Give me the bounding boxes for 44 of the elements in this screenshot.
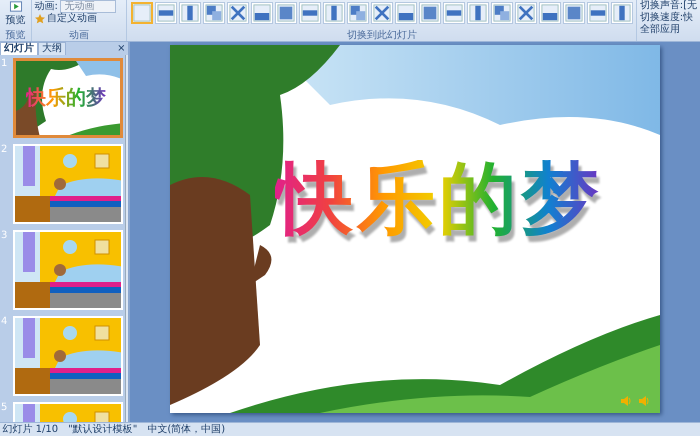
transition-option[interactable]: [418, 2, 441, 24]
status-text: "默认设计模板": [68, 423, 138, 436]
slide-number: 1: [1, 58, 8, 71]
animation-label: 动画:: [34, 0, 58, 12]
close-button[interactable]: ×: [117, 43, 126, 55]
transition-option[interactable]: [610, 2, 633, 24]
transition-option[interactable]: [466, 2, 489, 24]
panel-tab[interactable]: 大纲: [38, 42, 66, 55]
group-label: 动画: [68, 30, 90, 41]
transition-option[interactable]: [202, 2, 225, 24]
slide-number: 3: [1, 230, 8, 243]
transition-option[interactable]: [250, 2, 273, 24]
slide-number: 2: [1, 144, 8, 157]
speed-dropdown[interactable]: 快: [683, 12, 694, 24]
transition-option[interactable]: [538, 2, 561, 24]
group-label: 切换到此幻灯片: [346, 30, 418, 41]
group-label: 预览: [4, 30, 26, 41]
transition-option[interactable]: [274, 2, 297, 24]
slide-number: 4: [1, 316, 8, 329]
panel-tab[interactable]: 幻灯片: [0, 42, 38, 55]
transition-option[interactable]: [394, 2, 417, 24]
transition-option[interactable]: [322, 2, 345, 24]
transition-option[interactable]: [442, 2, 465, 24]
transition-option[interactable]: [562, 2, 585, 24]
scrollbar[interactable]: [125, 55, 128, 422]
slide-number: 5: [1, 402, 8, 415]
speed-label: 切换速度:: [640, 12, 684, 24]
apply-all-button[interactable]: 全部应用: [640, 24, 698, 36]
star-icon: [34, 14, 44, 24]
status-text: 幻灯片 1/10: [2, 423, 58, 436]
transition-option[interactable]: [178, 2, 201, 24]
transition-option[interactable]: [298, 2, 321, 24]
status-text: 中文(简体，中国): [147, 423, 226, 436]
transition-option[interactable]: [370, 2, 393, 24]
transition-option[interactable]: [226, 2, 249, 24]
preview-button[interactable]: 预览: [2, 0, 28, 28]
sound-dropdown[interactable]: [无: [683, 0, 698, 12]
transition-option[interactable]: [154, 2, 177, 24]
transition-option[interactable]: [514, 2, 537, 24]
custom-animation-button[interactable]: 自定义动画: [47, 13, 97, 25]
transition-option[interactable]: [346, 2, 369, 24]
transition-option[interactable]: [586, 2, 609, 24]
transition-option[interactable]: [490, 2, 513, 24]
slide-preview-icon: [8, 0, 22, 13]
